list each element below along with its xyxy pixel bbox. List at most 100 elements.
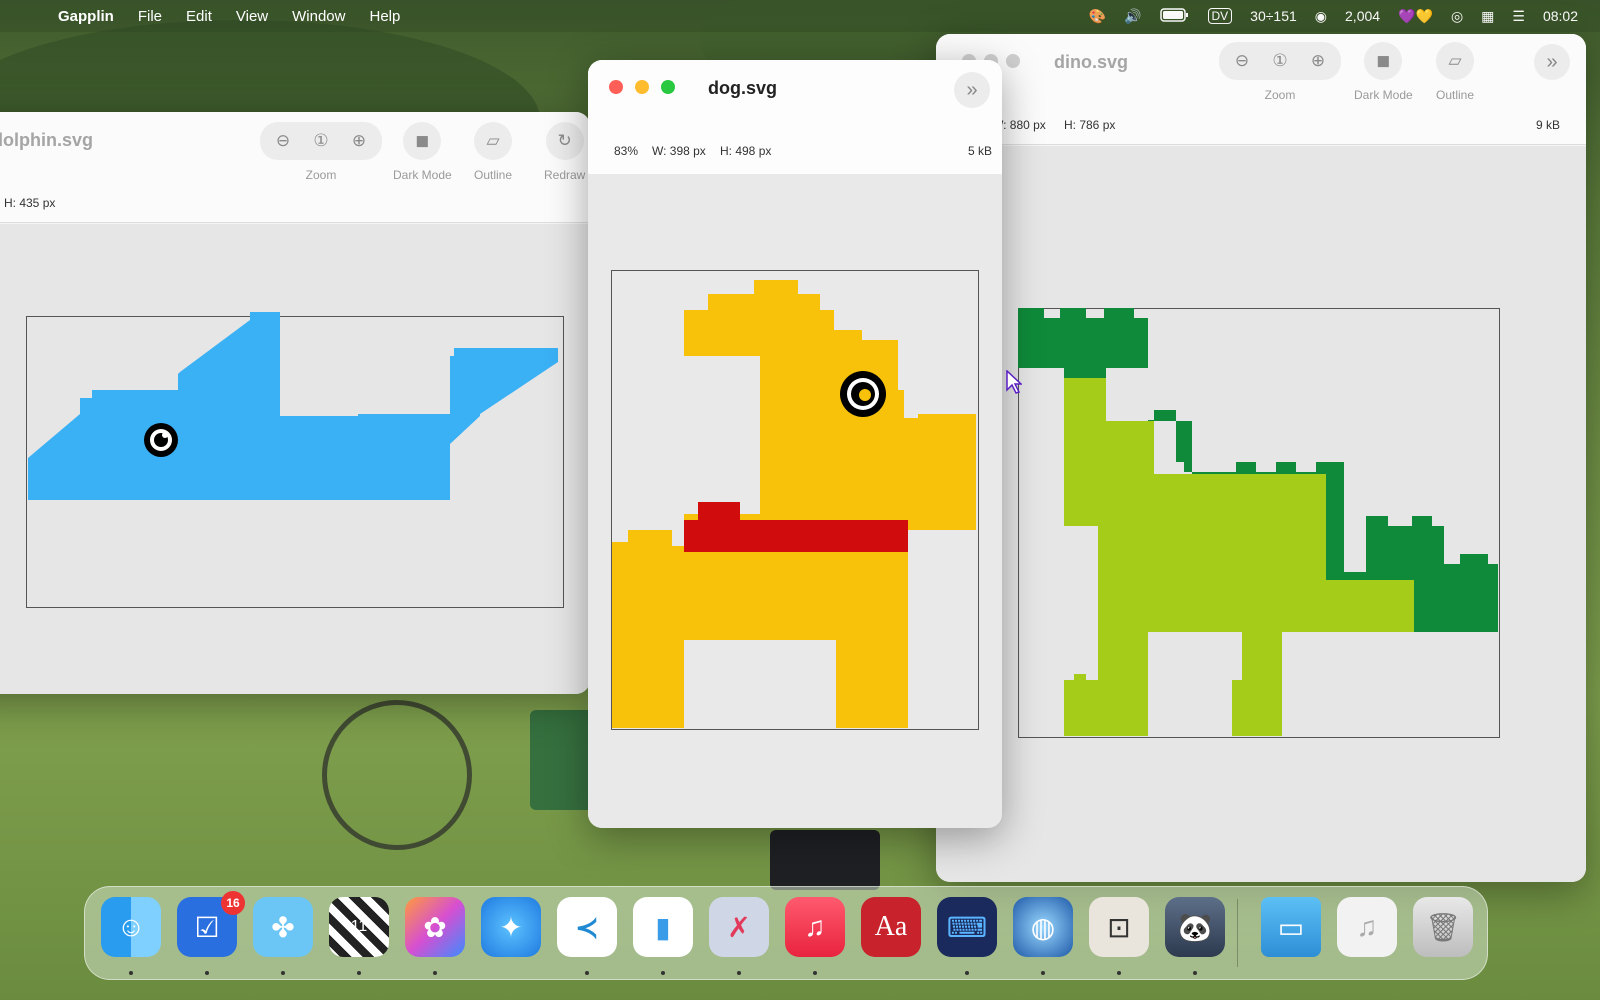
- trash-icon[interactable]: 🗑: [1413, 897, 1473, 957]
- panda-icon[interactable]: 🐼: [1165, 897, 1225, 957]
- dino-body-light: [1064, 368, 1414, 736]
- info-width: W: 398 px: [652, 144, 706, 158]
- svg-canvas: [936, 146, 1586, 882]
- mouse-cursor-icon: [1006, 370, 1022, 394]
- window-title: dino.svg: [1054, 52, 1129, 72]
- dark-mode-icon[interactable]: ◼: [1364, 42, 1403, 80]
- dolphin-drawing: [28, 312, 558, 500]
- info-filesize: 9 kB: [1535, 118, 1560, 132]
- redraw-label: Redraw: [544, 168, 586, 182]
- minimize-button[interactable]: [635, 80, 649, 94]
- menu-view[interactable]: View: [236, 8, 268, 25]
- palette-icon[interactable]: 🎨: [1089, 8, 1106, 25]
- counter-readout[interactable]: 30÷151: [1250, 8, 1297, 24]
- outline-control: ▱ Outline: [474, 122, 512, 182]
- airdrop-icon[interactable]: ◎: [1451, 8, 1463, 25]
- input-source-badge[interactable]: DV: [1207, 8, 1233, 24]
- zoom-button[interactable]: [1006, 54, 1020, 68]
- dolphin-window: dolphin.svg ⊖ ① ⊕ Zoom ◼ Dark Mode ▱ Out…: [0, 112, 590, 694]
- zoom-label: Zoom: [305, 168, 337, 182]
- fan-icon[interactable]: ✤: [253, 897, 313, 957]
- volume-icon[interactable]: 🔊: [1124, 8, 1141, 25]
- window-title: dolphin.svg: [0, 130, 93, 150]
- running-indicator: [813, 971, 817, 975]
- running-indicator: [1193, 971, 1197, 975]
- zoom-actual-icon[interactable]: ①: [304, 124, 338, 158]
- zoom-out-icon[interactable]: ⊖: [1225, 44, 1259, 78]
- running-indicator: [129, 971, 133, 975]
- vscode-icon[interactable]: ≺: [557, 897, 617, 957]
- zoom-actual-icon[interactable]: ①: [1263, 44, 1297, 78]
- running-indicator: [965, 971, 969, 975]
- dino-window: dino.svg ⊖ ① ⊕ Zoom ◼ Dark Mode ▱ Outlin…: [936, 34, 1586, 882]
- redraw-icon[interactable]: ↻: [545, 122, 584, 160]
- menu-status-area: 🎨 🔊 DV 30÷151 ◉ 2,004 💜💛 ◎ ▦ ☰ 08:02: [1089, 0, 1578, 32]
- running-indicator: [433, 971, 437, 975]
- globe-icon[interactable]: ◍: [1013, 897, 1073, 957]
- menu-bar: Gapplin File Edit View Window Help 🎨 🔊 D…: [0, 0, 1600, 32]
- running-indicator: [661, 971, 665, 975]
- photos-icon[interactable]: ✿: [405, 897, 465, 957]
- running-indicator: [737, 971, 741, 975]
- tasks-icon[interactable]: ☑ 16: [177, 891, 245, 957]
- dolphin-body: [28, 312, 558, 500]
- window-toolbar: dolphin.svg ⊖ ① ⊕ Zoom ◼ Dark Mode ▱ Out…: [0, 112, 590, 223]
- chevron-right-icon[interactable]: »: [954, 72, 990, 108]
- menu-app-name[interactable]: Gapplin: [58, 8, 114, 25]
- terminal-icon[interactable]: ⌨: [937, 897, 997, 957]
- safari-icon[interactable]: ✦: [481, 897, 541, 957]
- notification-badge: 16: [221, 891, 245, 915]
- dock-separator: [1237, 899, 1238, 967]
- window-toolbar: dog.svg » 83% W: 398 px H: 498 px 5 kB: [588, 60, 1002, 175]
- menu-edit[interactable]: Edit: [186, 8, 212, 25]
- bar-icon[interactable]: ▮: [633, 897, 693, 957]
- dictionary-icon[interactable]: Aa: [861, 897, 921, 957]
- affinity-icon[interactable]: ✗: [709, 897, 769, 957]
- dog-drawing: [612, 280, 976, 728]
- zoom-out-icon[interactable]: ⊖: [266, 124, 300, 158]
- control-center-icon[interactable]: ☰: [1512, 8, 1525, 25]
- user-icon[interactable]: ◉: [1315, 8, 1327, 25]
- wallpaper-bicycle-wheel: [322, 700, 472, 850]
- dark-mode-icon[interactable]: ◼: [403, 122, 442, 160]
- menu-help[interactable]: Help: [369, 8, 400, 25]
- info-height: H: 498 px: [720, 144, 772, 158]
- menu-file[interactable]: File: [138, 8, 162, 25]
- info-zoom: 83%: [614, 144, 639, 158]
- svg-canvas: [588, 174, 1002, 828]
- finder-icon[interactable]: ☺: [101, 897, 161, 957]
- running-indicator: [357, 971, 361, 975]
- zoom-in-icon[interactable]: ⊕: [1301, 44, 1335, 78]
- outline-icon[interactable]: ▱: [1436, 42, 1475, 80]
- music-doc-icon[interactable]: ♫: [1337, 897, 1397, 957]
- dark-mode-label: Dark Mode: [1354, 88, 1413, 102]
- outline-label: Outline: [1436, 88, 1475, 102]
- menu-window[interactable]: Window: [292, 8, 345, 25]
- gapplin-icon[interactable]: ⊡: [1089, 897, 1149, 957]
- points-readout[interactable]: 2,004: [1345, 8, 1380, 24]
- svg-canvas: [0, 224, 590, 694]
- close-button[interactable]: [609, 80, 623, 94]
- chess-icon[interactable]: 11: [329, 897, 389, 957]
- zoom-controls: ⊖ ① ⊕ Zoom: [260, 122, 382, 182]
- clock[interactable]: 08:02: [1543, 8, 1578, 24]
- dog-window: dog.svg » 83% W: 398 px H: 498 px 5 kB: [588, 60, 1002, 828]
- chevron-right-icon[interactable]: »: [1534, 44, 1570, 80]
- outline-icon[interactable]: ▱: [474, 122, 513, 160]
- folder-icon[interactable]: ▭: [1261, 897, 1321, 957]
- redraw-control: ↻ Redraw: [544, 122, 585, 182]
- info-height: H: 435 px: [4, 196, 56, 210]
- outline-label: Outline: [474, 168, 513, 182]
- keyboard-icon[interactable]: ▦: [1481, 8, 1494, 25]
- hearts-icon: 💜💛: [1398, 7, 1433, 24]
- music-icon[interactable]: ♫: [785, 897, 845, 957]
- running-indicator: [585, 971, 589, 975]
- outline-control: ▱ Outline: [1436, 42, 1474, 102]
- running-indicator: [1117, 971, 1121, 975]
- running-indicator: [1041, 971, 1045, 975]
- info-height: H: 786 px: [1064, 118, 1116, 132]
- zoom-in-icon[interactable]: ⊕: [342, 124, 376, 158]
- zoom-button[interactable]: [661, 80, 675, 94]
- running-indicator: [205, 971, 209, 975]
- battery-icon[interactable]: [1159, 7, 1190, 25]
